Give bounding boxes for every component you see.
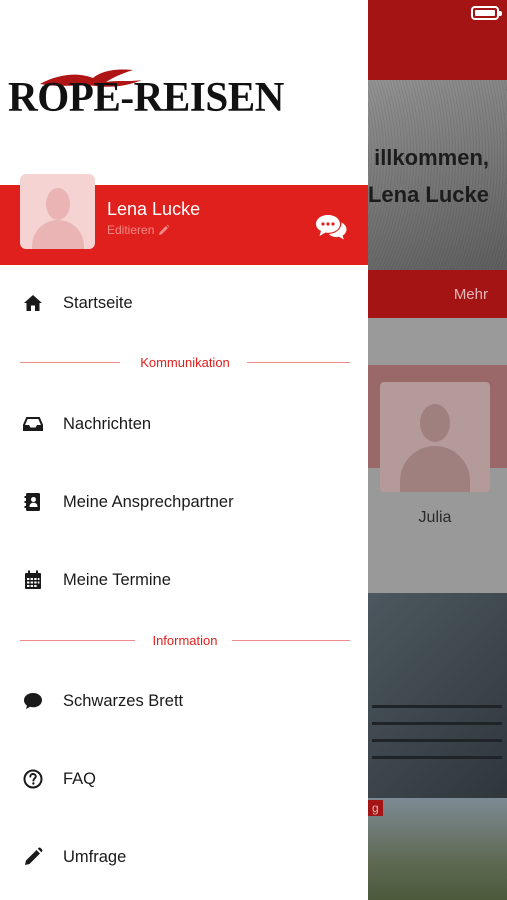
folder-decoration: [372, 705, 502, 708]
navigation-drawer: ROPE-REISEN Lena Lucke Editieren Startse…: [0, 0, 368, 900]
question-circle-icon: [22, 768, 44, 790]
menu-label: Startseite: [63, 293, 133, 312]
menu-item-faq[interactable]: FAQ: [0, 754, 368, 804]
inbox-icon: [22, 413, 44, 435]
edit-label: Editieren: [107, 223, 155, 237]
speech-bubble-icon: [22, 690, 44, 712]
home-icon: [22, 292, 44, 314]
menu-item-home[interactable]: Startseite: [0, 278, 368, 328]
section-header-communication: Kommunikation: [20, 353, 350, 373]
menu-label: Umfrage: [63, 847, 127, 866]
section-header-information: Information: [20, 631, 350, 651]
battery-icon: [471, 6, 502, 20]
pencil-icon: [22, 846, 44, 868]
menu-label: Schwarzes Brett: [63, 691, 184, 710]
menu-item-appointments[interactable]: Meine Termine: [0, 555, 368, 605]
folder-decoration: [372, 739, 502, 742]
more-link[interactable]: Mehr: [454, 286, 488, 303]
edit-profile-link[interactable]: Editieren: [107, 223, 170, 237]
menu-item-survey[interactable]: Umfrage: [0, 832, 368, 882]
menu-item-bulletin-board[interactable]: Schwarzes Brett: [0, 676, 368, 726]
folder-decoration: [372, 756, 502, 759]
welcome-user-name: Lena Lucke: [367, 182, 489, 207]
menu-label: Meine Termine: [63, 570, 171, 589]
menu-label: FAQ: [63, 769, 97, 788]
contact-avatar: [380, 382, 490, 492]
menu-label: Nachrichten: [63, 414, 152, 433]
menu-item-messages[interactable]: Nachrichten: [0, 399, 368, 449]
address-book-icon: [22, 491, 44, 513]
chat-icon[interactable]: [315, 213, 347, 241]
folder-decoration: [372, 722, 502, 725]
welcome-text: illkommen,: [374, 145, 489, 170]
calendar-icon: [22, 569, 44, 591]
contact-name: Julia: [418, 509, 452, 526]
company-logo: ROPE-REISEN: [8, 64, 368, 124]
menu-item-contacts[interactable]: Meine Ansprechpartner: [0, 477, 368, 527]
pencil-icon: [159, 224, 170, 235]
menu-label: Meine Ansprechpartner: [63, 492, 234, 511]
